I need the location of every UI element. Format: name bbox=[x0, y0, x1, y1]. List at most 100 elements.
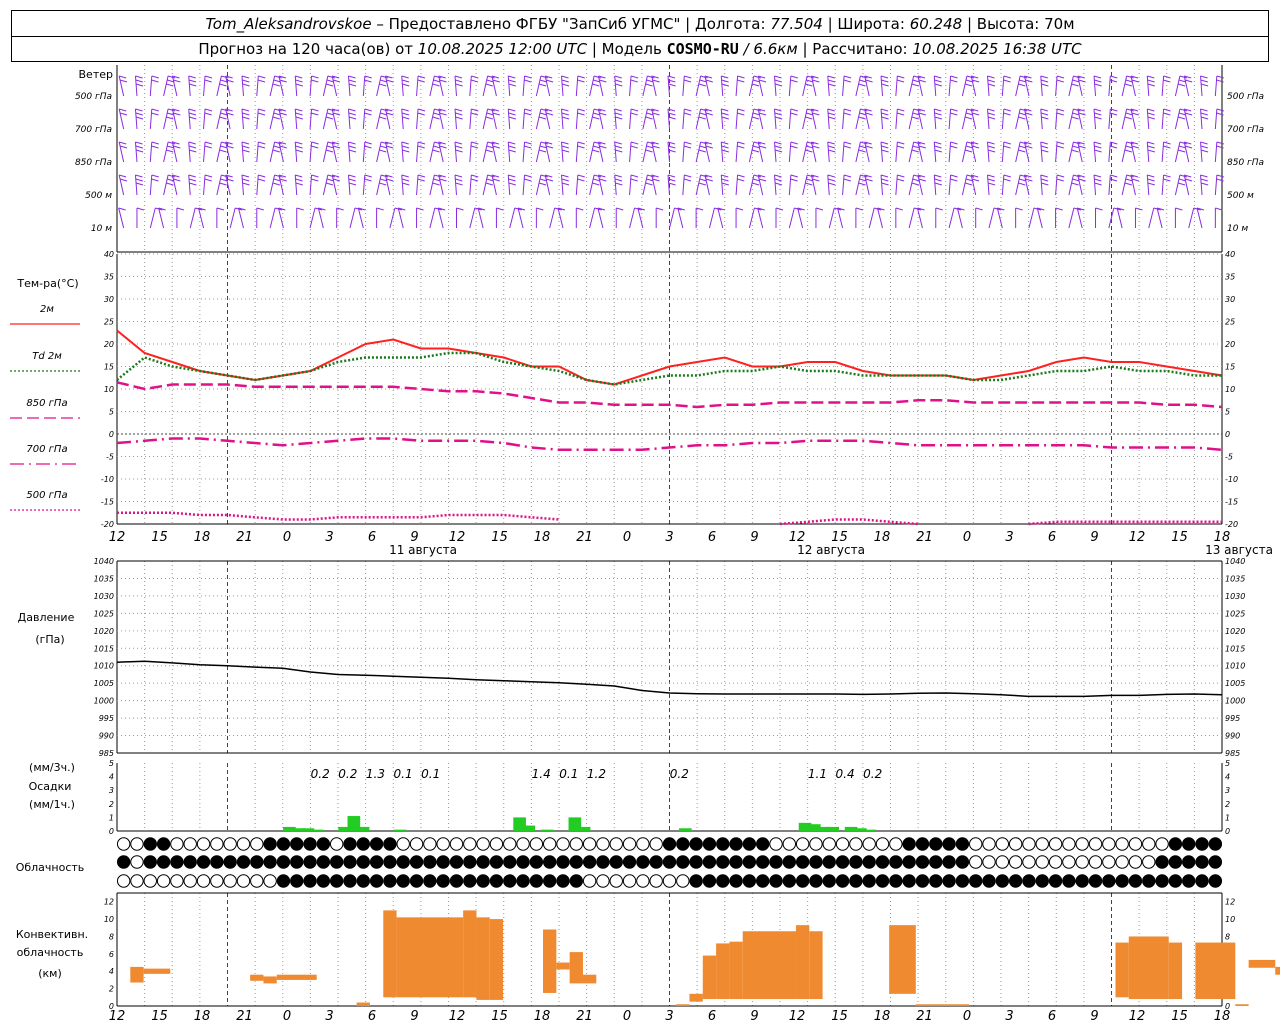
cloud-symbol-overcast bbox=[729, 874, 743, 888]
temp-ytick-left: -10 bbox=[101, 475, 114, 484]
cloud-symbol-overcast bbox=[223, 855, 237, 869]
cloud-symbol-clear bbox=[463, 837, 477, 851]
wind-barb bbox=[1093, 174, 1102, 196]
wind-barb bbox=[1108, 75, 1118, 97]
cloud-symbol-overcast bbox=[436, 855, 450, 869]
wind-barb bbox=[256, 108, 266, 130]
pressure-ytick-left: 985 bbox=[99, 749, 114, 758]
hour-label-top: 12 bbox=[109, 530, 126, 545]
cloud-symbol-clear bbox=[569, 837, 584, 851]
wind-barb bbox=[149, 108, 159, 130]
wind-barb bbox=[575, 75, 585, 97]
convective-bar bbox=[356, 1002, 370, 1006]
wind-barb bbox=[384, 141, 394, 163]
cloud-symbol-overcast bbox=[1168, 837, 1183, 851]
wind-barb bbox=[810, 75, 820, 97]
hour-label-bottom: 6 bbox=[1048, 1009, 1056, 1024]
cloud-symbol-overcast bbox=[303, 874, 317, 888]
pressure-ytick-left: 995 bbox=[99, 714, 114, 723]
wind-barb bbox=[708, 207, 722, 229]
hour-label-top: 3 bbox=[1005, 530, 1013, 545]
wind-barb bbox=[522, 108, 532, 130]
wind-barb bbox=[203, 174, 213, 196]
wind-barb bbox=[970, 174, 980, 196]
wind-barb bbox=[517, 207, 526, 229]
hour-label-bottom: 0 bbox=[623, 1009, 631, 1024]
cloud-symbol-clear bbox=[116, 837, 131, 851]
wind-barb bbox=[667, 108, 676, 130]
convective-bar bbox=[1168, 942, 1183, 1000]
wind-barb bbox=[864, 174, 873, 196]
temp-ytick-left: -5 bbox=[106, 453, 114, 462]
wind-barb bbox=[669, 207, 682, 229]
wind-barb bbox=[880, 108, 889, 130]
wind-barb bbox=[309, 207, 323, 229]
cloud-symbol-clear bbox=[263, 874, 277, 888]
cloud-symbol-overcast bbox=[849, 874, 863, 888]
wind-barb bbox=[1214, 75, 1224, 97]
wind-barb bbox=[1196, 207, 1205, 229]
convective-bar bbox=[809, 931, 823, 1000]
precip-bar bbox=[310, 829, 324, 831]
wind-barb bbox=[347, 141, 357, 163]
cloud-symbol-clear bbox=[449, 837, 464, 851]
cloud-symbol-overcast bbox=[449, 855, 464, 869]
cloud-symbol-overcast bbox=[1182, 874, 1196, 888]
wind-barb bbox=[704, 108, 713, 130]
precip-ytick-left: 4 bbox=[109, 773, 114, 782]
wind-barb bbox=[717, 207, 725, 229]
cloud-symbol-overcast bbox=[782, 874, 797, 888]
pressure-unit: (гПа) bbox=[35, 633, 64, 646]
wind-barb bbox=[682, 174, 692, 196]
cloud-symbol-overcast bbox=[556, 855, 570, 869]
wind-barb bbox=[1148, 207, 1161, 229]
precip-ytick-right: 0 bbox=[1225, 827, 1230, 836]
cloud-symbol-overcast bbox=[942, 837, 956, 851]
hour-label-top: 9 bbox=[1090, 530, 1098, 545]
wind-barb bbox=[522, 174, 532, 196]
cloud-symbol-overcast bbox=[303, 837, 317, 851]
cloud-symbol-overcast bbox=[156, 837, 171, 851]
hour-label-bottom: 12 bbox=[109, 1009, 126, 1024]
cloud-symbol-clear bbox=[769, 837, 783, 851]
cloud-symbol-clear bbox=[636, 837, 650, 851]
wind-barb bbox=[651, 141, 660, 163]
wind-barb bbox=[544, 75, 554, 97]
wind-barb bbox=[171, 141, 181, 163]
wind-barb bbox=[429, 207, 442, 229]
cloud-symbol-overcast bbox=[542, 855, 557, 869]
cloud-symbol-overcast bbox=[969, 874, 983, 888]
cloud-symbol-clear bbox=[529, 837, 544, 851]
wind-barb bbox=[362, 75, 372, 97]
hour-label-bottom: 3 bbox=[1005, 1009, 1013, 1024]
convective-bar bbox=[1195, 942, 1236, 1000]
precip-3h-label: 1.3 bbox=[366, 767, 385, 781]
wind-barb bbox=[615, 207, 624, 228]
precip-3h-label: 1.1 bbox=[808, 767, 827, 781]
pressure-ytick-right: 1005 bbox=[1225, 679, 1245, 688]
cloud-symbol-clear bbox=[596, 837, 610, 851]
wind-barb bbox=[158, 207, 166, 229]
wind-barb bbox=[507, 108, 516, 130]
cloud-symbol-clear bbox=[849, 837, 863, 851]
pressure-ytick-left: 1015 bbox=[94, 644, 114, 653]
cloud-symbol-clear bbox=[170, 837, 184, 851]
wind-barb bbox=[948, 174, 958, 196]
convective-bar bbox=[463, 910, 477, 998]
cloud-symbol-clear bbox=[609, 874, 623, 888]
wind-barb bbox=[149, 75, 159, 97]
wind-barb bbox=[774, 108, 783, 130]
pressure-ytick-left: 1005 bbox=[94, 679, 114, 688]
pressure-ytick-left: 1020 bbox=[94, 627, 114, 636]
wind-barb bbox=[735, 75, 745, 97]
convective-bar bbox=[582, 974, 597, 984]
hour-label-top: 15 bbox=[1171, 530, 1188, 545]
cloud-symbol-clear bbox=[662, 874, 677, 888]
wind-barb bbox=[970, 75, 980, 97]
cloud-symbol-clear bbox=[995, 855, 1010, 869]
wind-barb bbox=[757, 108, 767, 130]
wind-barb bbox=[1214, 207, 1223, 228]
wind-barb bbox=[256, 174, 266, 196]
pressure-ytick-left: 1040 bbox=[94, 557, 114, 566]
cloud-symbol-clear bbox=[1062, 837, 1076, 851]
